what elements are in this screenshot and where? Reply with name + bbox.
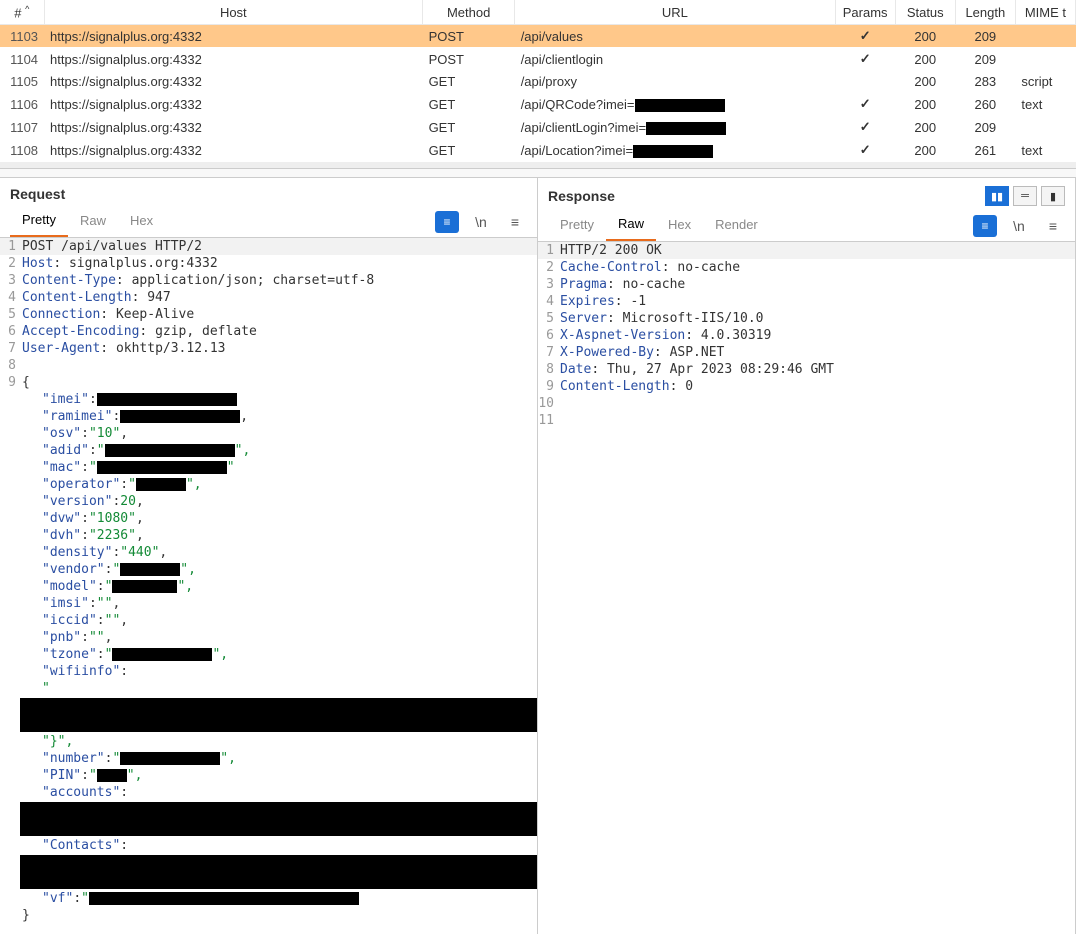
table-row[interactable]: 1103https://signalplus.org:4332POST/api/… xyxy=(0,25,1076,48)
col-header-num[interactable]: # ^ xyxy=(0,0,44,25)
layout-toggle: ▮▮ ═ ▮ xyxy=(985,186,1065,206)
table-row[interactable]: 1105https://signalplus.org:4332GET/api/p… xyxy=(0,71,1076,93)
response-body[interactable]: 1HTTP/2 200 OK2Cache-Control: no-cache3P… xyxy=(538,242,1075,439)
newline-icon[interactable]: \n xyxy=(469,211,493,233)
hamburger-icon[interactable]: ≡ xyxy=(503,211,527,233)
newline-icon-resp[interactable]: \n xyxy=(1007,215,1031,237)
table-row[interactable]: 1107https://signalplus.org:4332GET/api/c… xyxy=(0,116,1076,139)
tab-pretty-resp[interactable]: Pretty xyxy=(548,211,606,240)
layout-columns-icon[interactable]: ▮▮ xyxy=(985,186,1009,206)
tab-render-resp[interactable]: Render xyxy=(703,211,770,240)
col-header-status[interactable]: Status xyxy=(895,0,955,25)
proxy-history-table[interactable]: # ^ Host Method URL Params Status Length… xyxy=(0,0,1076,162)
col-header-mime[interactable]: MIME t xyxy=(1015,0,1075,25)
layout-rows-icon[interactable]: ═ xyxy=(1013,186,1037,206)
request-tabs: Pretty Raw Hex ≡ \n ≡ xyxy=(0,206,537,238)
horizontal-splitter[interactable] xyxy=(0,168,1076,178)
redacted-block xyxy=(20,698,537,732)
table-header-row: # ^ Host Method URL Params Status Length… xyxy=(0,0,1076,25)
col-header-length[interactable]: Length xyxy=(955,0,1015,25)
wrap-icon[interactable]: ≡ xyxy=(435,211,459,233)
col-header-method[interactable]: Method xyxy=(423,0,515,25)
request-body[interactable]: 1POST /api/values HTTP/22Host: signalplu… xyxy=(0,238,537,934)
tab-pretty[interactable]: Pretty xyxy=(10,206,68,237)
col-header-host[interactable]: Host xyxy=(44,0,423,25)
table-row[interactable]: 1106https://signalplus.org:4332GET/api/Q… xyxy=(0,93,1076,116)
tab-raw[interactable]: Raw xyxy=(68,207,118,236)
response-panel: Response ▮▮ ═ ▮ Pretty Raw Hex Render ≡ … xyxy=(538,178,1076,934)
layout-single-icon[interactable]: ▮ xyxy=(1041,186,1065,206)
response-title: Response xyxy=(548,188,615,204)
request-panel: Request Pretty Raw Hex ≡ \n ≡ 1POST /api… xyxy=(0,178,538,934)
redacted-block xyxy=(20,802,537,836)
request-title: Request xyxy=(10,186,65,202)
col-header-url[interactable]: URL xyxy=(515,0,835,25)
response-tabs: Pretty Raw Hex Render ≡ \n ≡ xyxy=(538,210,1075,242)
table-row[interactable]: 1108https://signalplus.org:4332GET/api/L… xyxy=(0,139,1076,162)
tab-hex-resp[interactable]: Hex xyxy=(656,211,703,240)
tab-raw-resp[interactable]: Raw xyxy=(606,210,656,241)
tab-hex[interactable]: Hex xyxy=(118,207,165,236)
hamburger-icon-resp[interactable]: ≡ xyxy=(1041,215,1065,237)
wrap-icon-resp[interactable]: ≡ xyxy=(973,215,997,237)
redacted-block xyxy=(20,855,537,889)
col-header-params[interactable]: Params xyxy=(835,0,895,25)
table-row[interactable]: 1104https://signalplus.org:4332POST/api/… xyxy=(0,48,1076,71)
